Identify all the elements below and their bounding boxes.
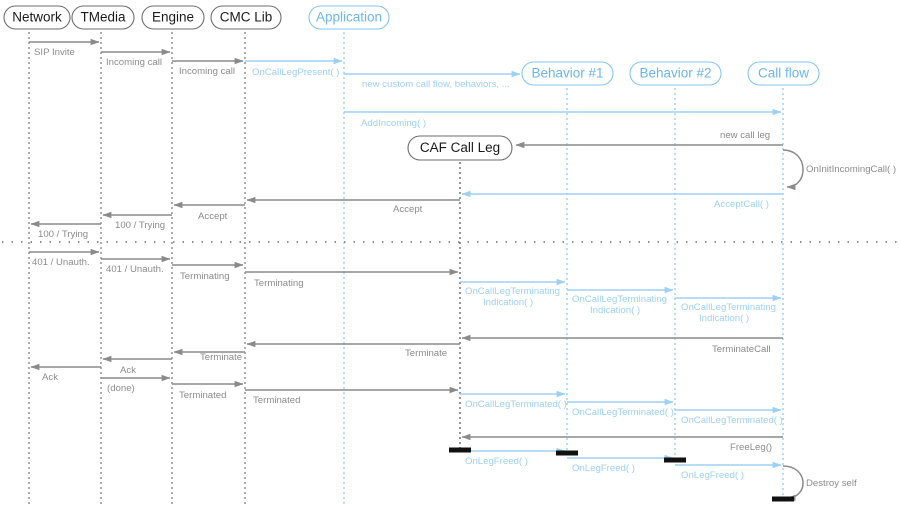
message-m33: OnLegFreed( ) xyxy=(460,447,566,467)
message-m18: OnCallLegTerminating Indication( ) xyxy=(460,278,566,308)
message-label: Accept xyxy=(393,204,423,215)
message-label: new custom call flow, behaviors, ... xyxy=(362,79,510,90)
message-m27: Terminated xyxy=(172,380,244,401)
participant-engine[interactable]: Engine xyxy=(141,5,205,30)
message-label: FreeLeg() xyxy=(730,442,772,453)
message-m19: OnCallLegTerminating Indication( ) xyxy=(567,286,674,316)
participant-tmedia[interactable]: TMedia xyxy=(71,5,135,30)
lifeline-end-bar-cafcallleg xyxy=(449,447,471,453)
lifeline-end-bar-callflow xyxy=(772,496,794,502)
messages-layer: SIP Invite Incoming call Incoming call OnCa… xyxy=(29,38,896,502)
message-m36: Destroy self xyxy=(782,465,857,502)
message-label: AcceptCall( ) xyxy=(714,199,769,210)
participant-label: CMC Lib xyxy=(220,10,273,25)
message-label: 401 / Unauth. xyxy=(106,264,164,275)
message-m21: TerminateCall xyxy=(461,334,783,355)
self-message-arc xyxy=(782,149,804,191)
participant-behavior2[interactable]: Behavior #2 xyxy=(629,61,722,86)
message-m11: Accept xyxy=(173,201,245,222)
message-m25: Ack xyxy=(30,363,101,383)
participant-label: CAF Call Leg xyxy=(420,140,500,155)
participant-label: Call flow xyxy=(758,66,809,81)
message-label: Incoming call xyxy=(179,66,235,77)
message-label: Ack xyxy=(120,365,136,376)
participant-label: TMedia xyxy=(80,10,126,25)
message-label: OnLegFreed( ) xyxy=(465,456,528,467)
message-m31: OnCallLegTerminated( ) xyxy=(675,406,783,426)
participant-network[interactable]: Network xyxy=(3,5,71,30)
lifeline-end-bar-behavior2 xyxy=(664,457,686,463)
message-label: OnInitIncomingCall( ) xyxy=(806,164,896,175)
participant-application[interactable]: Application xyxy=(308,5,390,30)
message-m30: OnCallLegTerminated( ) xyxy=(567,398,674,418)
message-label: Terminated xyxy=(253,395,300,406)
message-label: Terminating xyxy=(254,278,304,289)
sequence-diagram-canvas: SIP Invite Incoming call Incoming call OnCa… xyxy=(2,5,898,505)
message-m09: AcceptCall( ) xyxy=(461,190,783,210)
participant-label: Behavior #2 xyxy=(639,66,711,81)
message-m34: OnLegFreed( ) xyxy=(567,454,674,474)
message-m23: Terminate xyxy=(173,348,245,363)
message-m35: OnLegFreed( ) xyxy=(675,461,782,481)
message-label: TerminateCall xyxy=(712,344,771,355)
message-m24: Ack xyxy=(102,355,172,376)
message-label: OnLegFreed( ) xyxy=(681,470,744,481)
message-label: OnCallLegPresent( ) xyxy=(252,67,339,78)
participant-callflow[interactable]: Call flow xyxy=(747,61,820,86)
message-label: new call leg xyxy=(720,130,770,141)
message-label: OnCallLegTerminated( ) xyxy=(572,407,674,418)
message-label: OnCallLegTerminated( ) xyxy=(465,399,567,410)
message-m08: OnInitIncomingCall( ) xyxy=(782,149,896,191)
participant-label: Network xyxy=(12,10,62,25)
participant-label: Behavior #1 xyxy=(531,66,603,81)
message-m10: Accept xyxy=(246,196,460,215)
message-label: Terminating xyxy=(180,271,230,282)
message-label: OnCallLegTerminating Indication( ) xyxy=(681,302,776,324)
message-label: OnLegFreed( ) xyxy=(572,463,635,474)
message-m17: Terminating xyxy=(245,268,459,289)
message-m03: Incoming call xyxy=(172,57,244,77)
participant-behavior1[interactable]: Behavior #1 xyxy=(521,61,614,86)
message-m22: Terminate xyxy=(246,340,460,359)
message-label: 100 / Trying xyxy=(115,220,165,231)
message-m07: new call leg xyxy=(515,130,783,149)
message-m06: AddIncoming( ) xyxy=(344,108,782,129)
message-label: SIP Invite xyxy=(34,47,75,58)
message-m02: Incoming call xyxy=(101,48,171,68)
message-label: Ack xyxy=(42,372,58,383)
participant-cmclib[interactable]: CMC Lib xyxy=(210,5,282,30)
message-m14: 401 / Unauth. xyxy=(29,248,100,268)
message-label: Incoming call xyxy=(106,57,162,68)
message-m29: OnCallLegTerminated( ) xyxy=(460,390,567,410)
message-m04: OnCallLegPresent( ) xyxy=(245,57,343,78)
message-m28: Terminated xyxy=(245,386,459,406)
participant-label: Application xyxy=(316,10,382,25)
message-label: Destroy self xyxy=(806,478,857,489)
message-m16: Terminating xyxy=(172,261,244,282)
message-label: Terminated xyxy=(179,390,226,401)
message-m12: 100 / Trying xyxy=(102,211,172,231)
message-m20: OnCallLegTerminating Indication( ) xyxy=(675,294,782,324)
message-label: Terminate xyxy=(200,352,242,363)
message-m05: new custom call flow, behaviors, ... xyxy=(344,70,521,90)
message-m26: (done) xyxy=(101,374,171,394)
message-label: OnCallLegTerminated( ) xyxy=(681,415,783,426)
message-label: OnCallLegTerminating Indication( ) xyxy=(572,294,667,316)
message-label: 401 / Unauth. xyxy=(32,257,90,268)
message-label: 100 / Trying xyxy=(38,229,88,240)
message-label: Terminate xyxy=(405,348,447,359)
message-label: (done) xyxy=(107,383,135,394)
participant-label: Engine xyxy=(152,10,194,25)
self-message-arc xyxy=(782,465,804,502)
participant-cafcallleg[interactable]: CAF Call Leg xyxy=(407,135,513,161)
lifeline-end-bar-behavior1 xyxy=(556,450,578,456)
message-label: Accept xyxy=(198,211,228,222)
message-m01: SIP Invite xyxy=(29,38,100,58)
message-label: AddIncoming( ) xyxy=(361,118,426,129)
message-m13: 100 / Trying xyxy=(30,220,101,240)
message-label: OnCallLegTerminating Indication( ) xyxy=(465,286,560,308)
message-m15: 401 / Unauth. xyxy=(101,255,171,275)
